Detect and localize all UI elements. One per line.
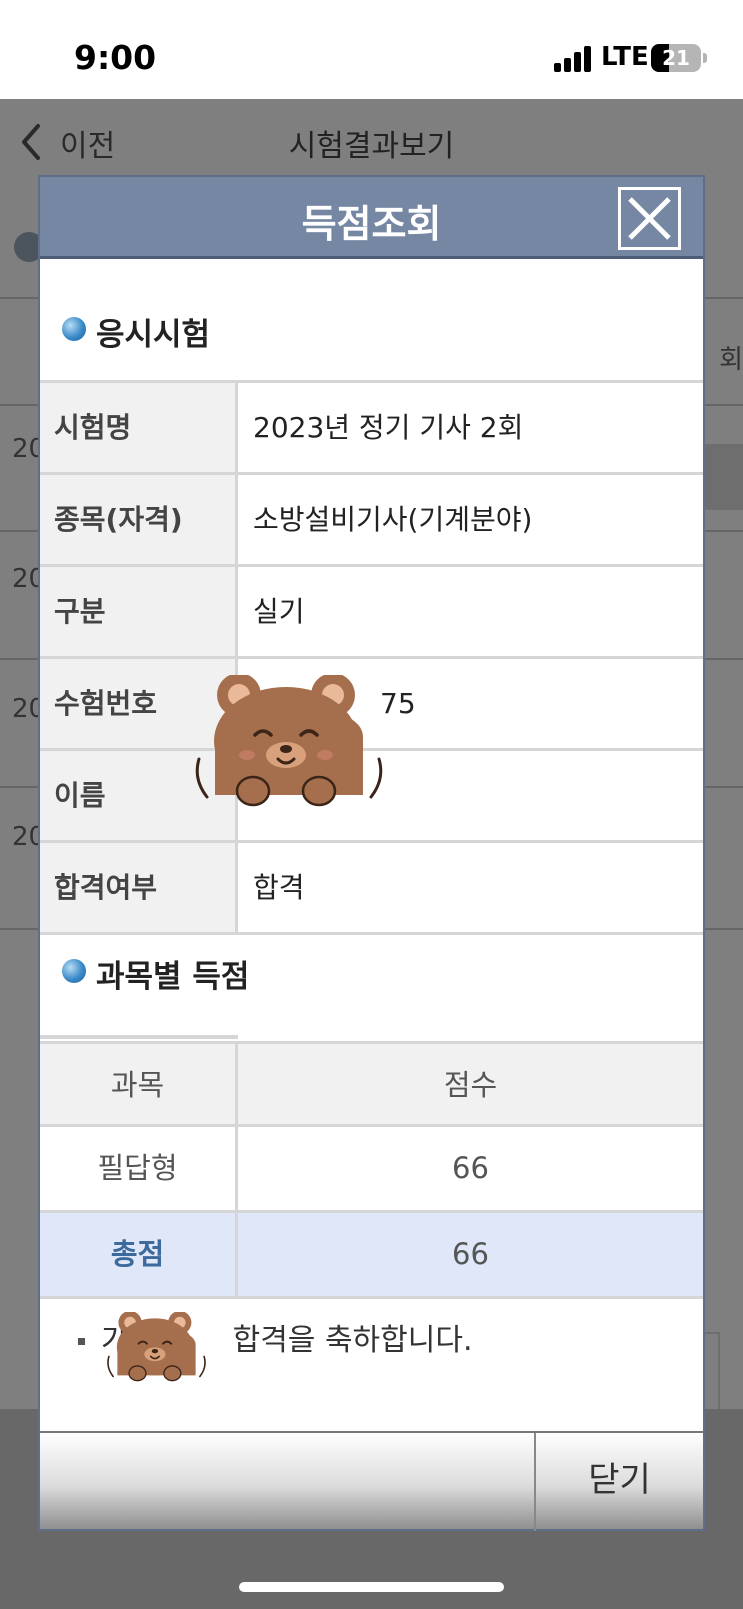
total-label: 총점 [40, 1213, 238, 1296]
battery-level: 21 [662, 46, 690, 70]
info-key: 구분 [40, 567, 238, 656]
table-top-accent [40, 1035, 238, 1039]
subject-cell: 필답형 [40, 1127, 238, 1210]
score-section-title: 과목별 득점 [96, 959, 250, 995]
score-row: 필답형 66 [40, 1127, 703, 1213]
score-table: 과목 점수 필답형 66 총점 66 [40, 1035, 703, 1299]
info-row-exam-name: 시험명 2023년 정기 기사 2회 [40, 383, 703, 475]
notice-text: 합격을 축하합니다. [232, 1323, 473, 1358]
info-value: 2023년 정기 기사 2회 [253, 411, 524, 444]
score-header: 점수 [443, 1068, 498, 1102]
bear-sticker-icon [107, 1312, 206, 1382]
close-icon [628, 197, 671, 240]
total-score: 66 [452, 1237, 489, 1271]
total-score-row: 총점 66 [40, 1213, 703, 1299]
dialog-title: 득점조회 [301, 202, 442, 246]
score-cell: 66 [452, 1151, 489, 1185]
battery-cap [703, 53, 707, 63]
cellular-signal-icon [554, 46, 594, 72]
network-type: LTE [601, 42, 649, 72]
status-time: 9:00 [74, 38, 157, 77]
info-row-qualification: 종목(자격) 소방설비기사(기계분야) [40, 475, 703, 567]
section-bullet-icon [62, 317, 86, 341]
info-key: 합격여부 [40, 843, 238, 932]
status-bar: 9:00 LTE 21 [0, 0, 743, 99]
info-value: 75 [380, 687, 416, 720]
dialog-header: 득점조회 [40, 177, 703, 259]
dialog-footer: 닫기 [40, 1431, 703, 1531]
home-indicator[interactable] [239, 1582, 504, 1592]
info-value: 합격 [253, 871, 305, 904]
score-table-header: 과목 점수 [40, 1041, 703, 1127]
close-button[interactable]: 닫기 [536, 1433, 703, 1531]
exam-section-title: 응시시험 [96, 317, 211, 353]
battery-icon: 21 [651, 44, 701, 72]
subject-header: 과목 [40, 1044, 238, 1127]
close-x-button[interactable] [618, 187, 681, 250]
bear-sticker-icon [195, 675, 383, 807]
info-row-pass-status: 합격여부 합격 [40, 843, 703, 935]
section-bullet-icon [62, 959, 86, 983]
info-row-category: 구분 실기 [40, 567, 703, 659]
info-value: 소방설비기사(기계분야) [253, 503, 533, 536]
notice-bullet-icon [78, 1338, 85, 1345]
info-key: 종목(자격) [40, 475, 238, 564]
info-value: 실기 [253, 595, 305, 628]
info-key: 시험명 [40, 383, 238, 472]
exam-info-table: 시험명 2023년 정기 기사 2회 종목(자격) 소방설비기사(기계분야) 구… [40, 380, 703, 935]
